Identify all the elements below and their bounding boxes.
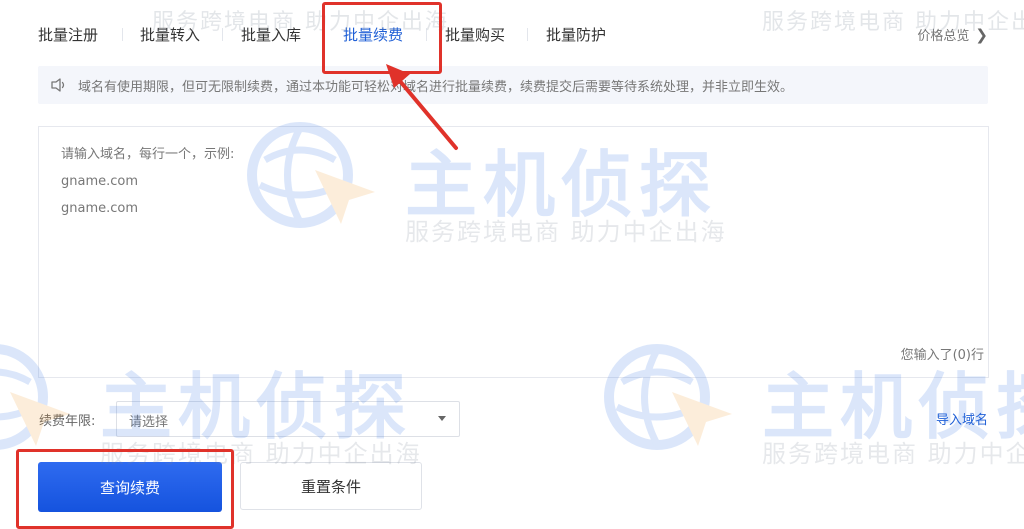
placeholder-line: 请输入域名，每行一个，示例: [61,147,235,162]
tab-batch-purchase[interactable]: 批量购买 [445,24,505,45]
renewal-years-label: 续费年限: [39,414,96,429]
reset-conditions-button[interactable]: 重置条件 [240,462,422,510]
tab-divider [527,28,528,41]
tab-batch-renew[interactable]: 批量续费 [343,24,403,45]
renewal-years-value: 请选择 [129,415,169,430]
tab-divider [222,28,223,41]
notice-text: 域名有使用期限，但可无限制续费，通过本功能可轻松对域名进行批量续费，续费提交后需… [78,80,794,95]
tab-divider [323,28,324,41]
caret-down-icon [438,416,446,421]
batch-tabs: 批量注册 批量转入 批量入库 批量续费 批量购买 批量防护 价格总览 ❯ [0,0,1024,66]
tab-batch-storage[interactable]: 批量入库 [241,24,301,45]
price-overview-link[interactable]: 价格总览 ❯ [917,25,988,44]
tab-batch-register[interactable]: 批量注册 [38,24,98,45]
line-count: 您输入了(0)行 [900,348,984,363]
speaker-icon [51,78,65,92]
tab-batch-protect[interactable]: 批量防护 [546,24,606,45]
watermark-slogan: 服务跨境电商 助力中企出海 [762,440,1024,468]
tab-divider [122,28,123,41]
tab-batch-transfer[interactable]: 批量转入 [140,24,200,45]
import-domains-link[interactable]: 导入域名 [936,409,988,428]
domain-textarea[interactable]: 请输入域名，每行一个，示例: gname.com gname.com 您输入了(… [38,126,989,378]
notice-bar: 域名有使用期限，但可无限制续费，通过本功能可轻松对域名进行批量续费，续费提交后需… [38,66,988,104]
placeholder-line: gname.com [61,201,139,216]
tab-divider [426,28,427,41]
renewal-years-select[interactable]: 请选择 [116,401,460,437]
domain-placeholder: 请输入域名，每行一个，示例: gname.com gname.com [61,145,234,226]
placeholder-line: gname.com [61,174,139,189]
price-overview-label: 价格总览 [917,29,970,44]
query-renewal-button[interactable]: 查询续费 [38,462,222,512]
chevron-right-icon: ❯ [975,26,988,44]
